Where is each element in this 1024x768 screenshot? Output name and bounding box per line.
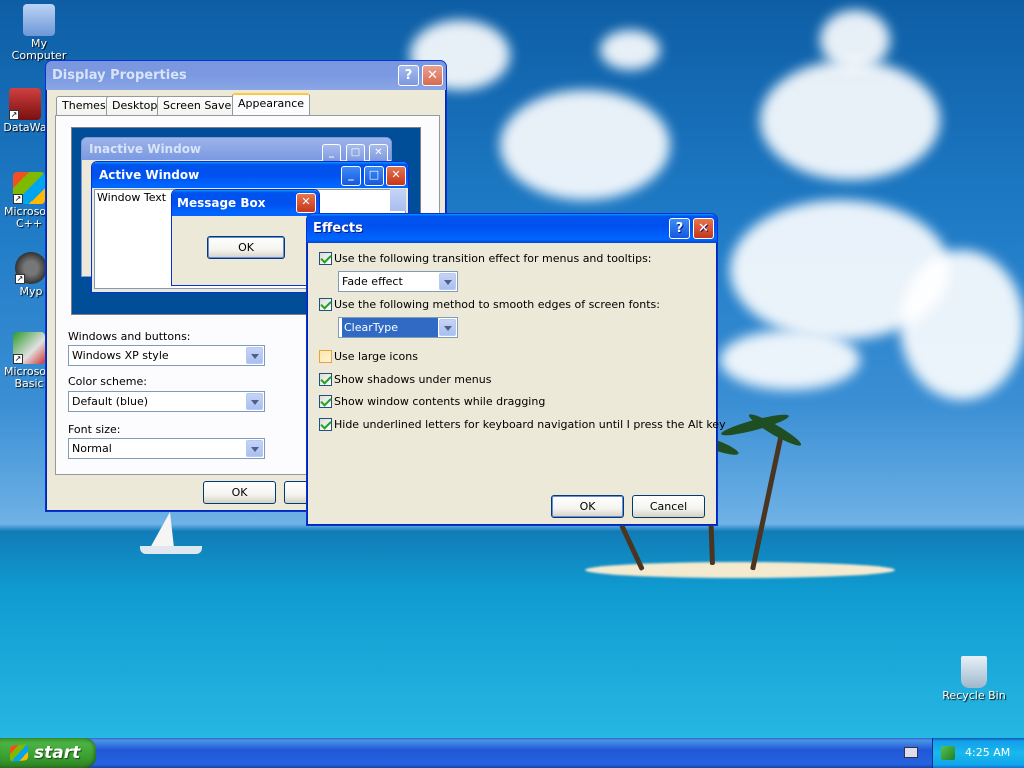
effects-titlebar[interactable]: Effects ? ✕ <box>307 214 717 243</box>
smooth-fonts-checkbox[interactable] <box>319 298 332 311</box>
smooth-fonts-select[interactable]: ClearType <box>338 317 458 338</box>
windows-buttons-select[interactable]: Windows XP style <box>68 345 265 366</box>
preview-scrollbar <box>390 189 406 211</box>
taskbar[interactable]: start 4:25 AM <box>0 738 1024 768</box>
cloud <box>900 250 1024 400</box>
preview-close-icon: ✕ <box>296 193 316 213</box>
smooth-fonts-label: Use the following method to smooth edges… <box>334 298 660 311</box>
desktop-icon-recycle-bin[interactable]: Recycle Bin <box>937 656 1011 702</box>
preview-maximize-icon: □ <box>364 166 384 186</box>
tab-themes[interactable]: Themes <box>56 96 112 115</box>
color-scheme-select[interactable]: Default (blue) <box>68 391 265 412</box>
computer-icon <box>23 4 55 36</box>
effects-ok-button[interactable]: OK <box>551 495 624 518</box>
sailboat-hull <box>140 546 202 554</box>
clock[interactable]: 4:25 AM <box>965 738 1010 768</box>
cloud <box>820 10 890 70</box>
basic-icon: ↗ <box>13 332 45 364</box>
preview-close-icon: ✕ <box>386 166 406 186</box>
island <box>585 562 895 578</box>
chevron-down-icon[interactable] <box>246 440 263 457</box>
font-size-label: Font size: <box>68 423 121 436</box>
preview-ok-button: OK <box>207 236 285 259</box>
cloud <box>720 330 860 390</box>
transition-effect-label: Use the following transition effect for … <box>334 252 652 265</box>
large-icons-checkbox[interactable] <box>319 350 332 363</box>
preview-inactive-titlebar: Inactive Window <box>82 138 391 160</box>
chevron-down-icon[interactable] <box>439 273 456 290</box>
recycle-bin-icon <box>961 656 987 688</box>
font-size-select[interactable]: Normal <box>68 438 265 459</box>
system-tray: 4:25 AM <box>932 738 1024 768</box>
ok-button[interactable]: OK <box>203 481 276 504</box>
tab-appearance[interactable]: Appearance <box>232 93 311 116</box>
transition-effect-select[interactable]: Fade effect <box>338 271 458 292</box>
preview-message-box: Message Box ✕ OK <box>171 189 320 286</box>
windows-logo-icon <box>10 744 28 762</box>
cloud <box>760 60 940 180</box>
hide-underlines-label: Hide underlined letters for keyboard nav… <box>334 418 726 431</box>
keyboard-icon[interactable] <box>904 747 918 758</box>
tab-desktop[interactable]: Desktop <box>106 96 164 115</box>
chevron-down-icon[interactable] <box>439 319 456 336</box>
drag-contents-label: Show window contents while dragging <box>334 395 546 408</box>
chevron-down-icon[interactable] <box>246 393 263 410</box>
start-button[interactable]: start <box>0 738 96 768</box>
raccoon-icon: ↗ <box>15 252 47 284</box>
windows-logo-icon: ↗ <box>13 172 45 204</box>
drag-contents-checkbox[interactable] <box>319 395 332 408</box>
display-properties-titlebar[interactable]: Display Properties ? ✕ <box>46 61 446 90</box>
help-button[interactable]: ? <box>669 218 690 239</box>
help-button[interactable]: ? <box>398 65 419 86</box>
palm-trunk <box>750 432 785 571</box>
network-icon[interactable] <box>941 746 955 760</box>
desktop-icon-my-computer[interactable]: My Computer <box>2 4 76 62</box>
close-button[interactable]: ✕ <box>693 218 714 239</box>
tab-screen-saver[interactable]: Screen Saver <box>157 96 242 115</box>
chevron-down-icon[interactable] <box>246 347 263 364</box>
menu-shadows-checkbox[interactable] <box>319 373 332 386</box>
effects-cancel-button[interactable]: Cancel <box>632 495 705 518</box>
color-scheme-label: Color scheme: <box>68 375 147 388</box>
close-button[interactable]: ✕ <box>422 65 443 86</box>
hide-underlines-checkbox[interactable] <box>319 418 332 431</box>
application-icon: ↗ <box>9 88 41 120</box>
cloud <box>500 90 670 200</box>
preview-minimize-icon: _ <box>341 166 361 186</box>
sailboat <box>150 512 174 548</box>
windows-buttons-label: Windows and buttons: <box>68 330 191 343</box>
menu-shadows-label: Show shadows under menus <box>334 373 492 386</box>
large-icons-label: Use large icons <box>334 350 418 363</box>
cloud <box>600 30 660 70</box>
transition-effect-checkbox[interactable] <box>319 252 332 265</box>
